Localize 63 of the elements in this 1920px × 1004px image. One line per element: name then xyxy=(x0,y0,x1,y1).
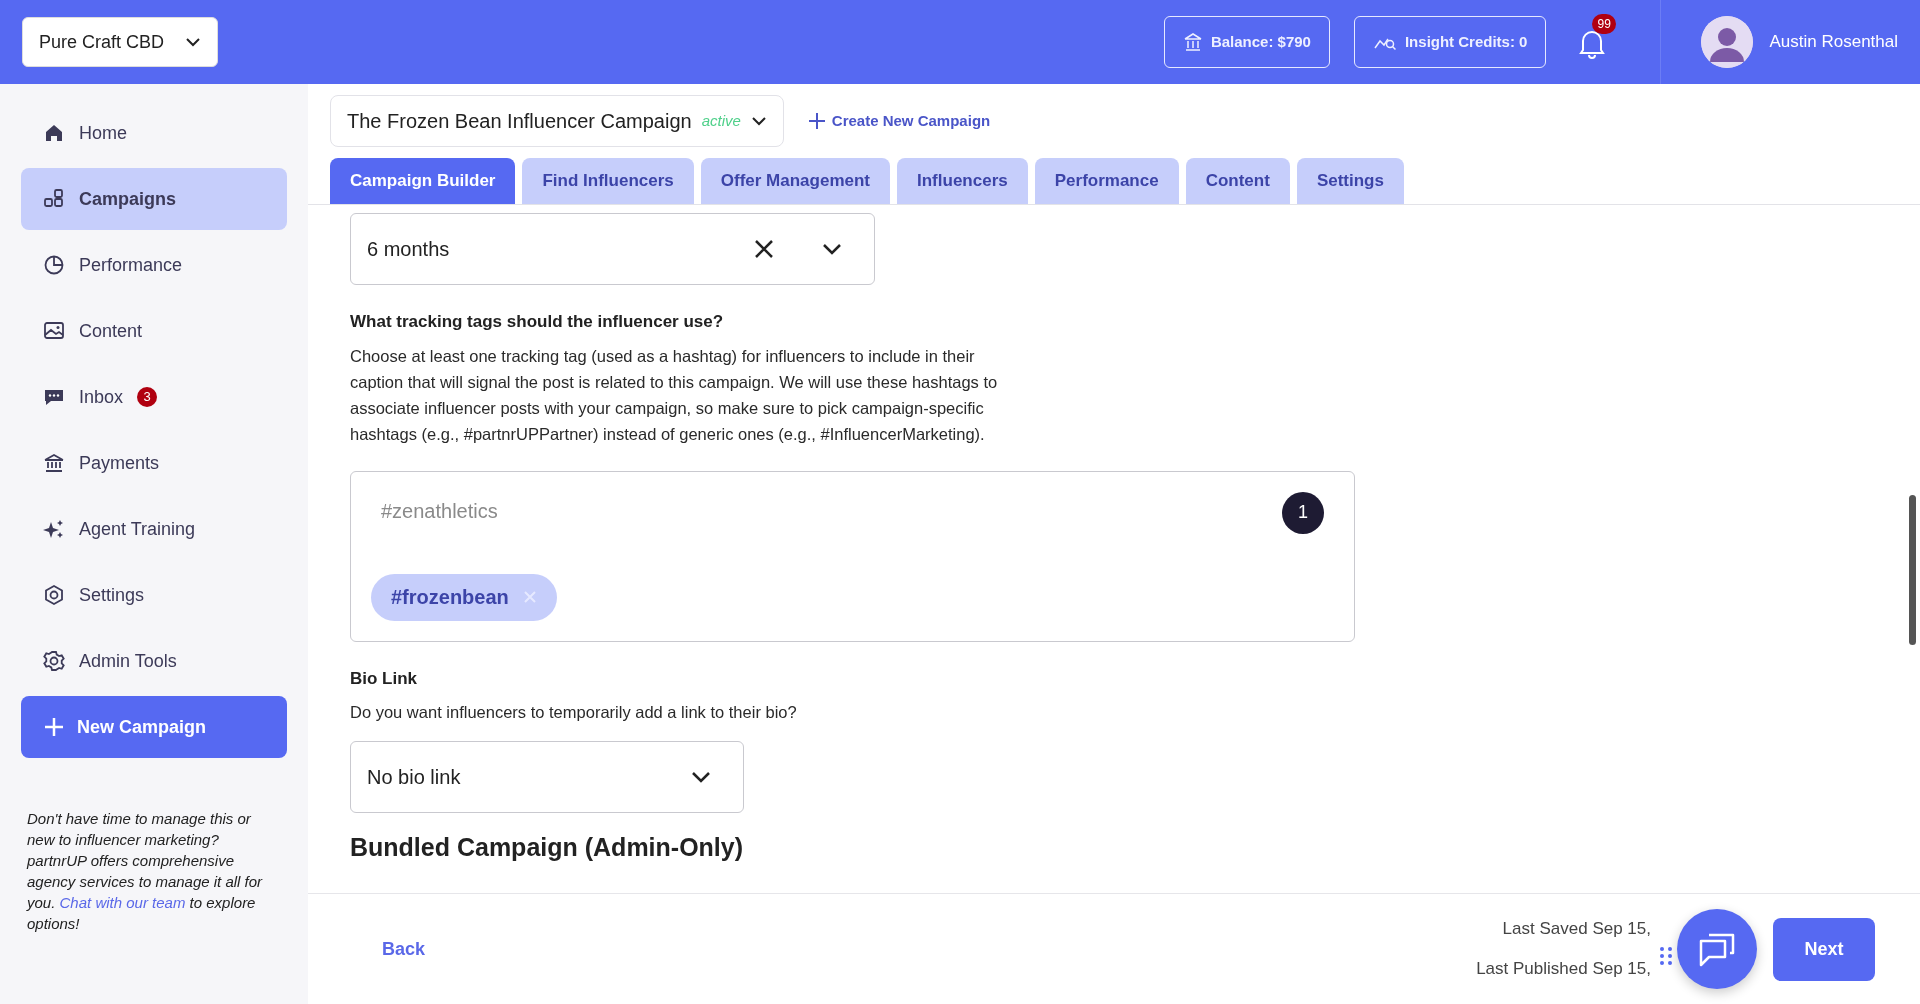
notification-badge: 99 xyxy=(1592,14,1616,34)
bell-icon[interactable] xyxy=(1578,28,1607,60)
tab[interactable]: Settings xyxy=(1296,158,1404,204)
chevron-down-icon xyxy=(691,771,711,783)
tab[interactable]: Performance xyxy=(1034,158,1179,204)
image-icon xyxy=(43,320,65,342)
last-saved-text: Last Saved Sep 15, xyxy=(1501,918,1651,940)
insight-credits-button[interactable]: Insight Credits: 0 xyxy=(1353,16,1547,68)
tab[interactable]: Content xyxy=(1185,158,1290,204)
new-campaign-button[interactable]: New Campaign xyxy=(21,696,287,758)
sidebar-item[interactable]: Performance xyxy=(21,234,287,296)
plus-icon xyxy=(43,716,65,738)
duration-select[interactable]: 6 months xyxy=(350,213,875,285)
bank-icon xyxy=(43,452,65,474)
create-new-campaign-link[interactable]: Create New Campaign xyxy=(807,109,991,133)
chevron-down-icon xyxy=(185,37,201,47)
avatar-icon[interactable] xyxy=(1701,16,1754,68)
chevron-down-icon xyxy=(822,243,842,255)
sidebar-item[interactable]: Payments xyxy=(21,432,287,494)
balance-button[interactable]: Balance: $790 xyxy=(1163,16,1330,68)
sidebar-item[interactable]: Content xyxy=(21,300,287,362)
close-icon[interactable] xyxy=(754,239,774,259)
scrollbar-thumb[interactable] xyxy=(1909,495,1916,645)
last-published-text: Last Published Sep 15, xyxy=(1476,958,1651,980)
question-label: What tracking tags should the influencer use? xyxy=(350,311,725,333)
tag-label: #frozenbean xyxy=(391,585,509,610)
campaign-selector[interactable]: The Frozen Bean Influencer Campaign active xyxy=(330,95,784,147)
sidebar-item[interactable]: Home xyxy=(21,102,287,164)
store-selector[interactable]: Pure Craft CBD xyxy=(22,17,218,67)
drag-handle-icon[interactable] xyxy=(1659,945,1673,967)
sidebar-item[interactable]: Settings xyxy=(21,564,287,626)
next-button[interactable]: Next xyxy=(1773,917,1875,981)
chevron-down-icon xyxy=(750,116,767,126)
bio-link-question: Do you want influencers to temporarily add a link to their bio? xyxy=(350,702,798,723)
sidebar-item[interactable]: Campaigns xyxy=(21,168,287,230)
tab[interactable]: Find Influencers xyxy=(522,158,694,204)
tab[interactable]: Influencers xyxy=(897,158,1028,204)
sparkles-icon xyxy=(43,518,65,540)
section-heading: Bundled Campaign (Admin-Only) xyxy=(350,832,745,863)
hexagon-icon xyxy=(43,584,65,606)
tab[interactable]: Offer Management xyxy=(700,158,890,204)
description-text: Choose at least one tracking tag (used as a hashtag) for influencers to include in their caption that will signal the post is related to this campaign. We will use these hashtags to associate influencer posts with your campaign, so make sure to pick campaign-specific hashtags (e.g., #partnrUPPartner) instead of generic ones (e.g., #InfluencerMarketing). xyxy=(350,345,999,445)
home-icon xyxy=(43,122,65,144)
bio-link-select[interactable]: No bio link xyxy=(350,741,744,813)
promo-text: Don't have time to manage this or new to influencer marketing? partnrUP offers comprehensive agency services to manage it all for you. Chat with our team to explore options! xyxy=(25,809,264,934)
gear-icon xyxy=(43,650,65,672)
sidebar-item[interactable]: Admin Tools xyxy=(21,630,287,692)
tag-input-field[interactable]: #zenathletics xyxy=(371,491,1282,530)
sidebar-item[interactable]: Agent Training xyxy=(21,498,287,560)
tag-count-badge: 1 xyxy=(1282,491,1324,534)
chat-icon xyxy=(1697,931,1737,967)
plus-icon xyxy=(807,112,826,130)
back-link[interactable]: Back xyxy=(382,935,426,963)
bio-link-label: Bio Link xyxy=(350,667,419,690)
user-name[interactable]: Austin Rosenthal xyxy=(1769,29,1898,55)
chat-link[interactable]: Chat with our team xyxy=(59,894,186,911)
unread-badge: 3 xyxy=(137,387,158,407)
tab[interactable]: Campaign Builder xyxy=(330,158,516,204)
sidebar-item[interactable]: Inbox 3 xyxy=(21,366,287,428)
pie-chart-icon xyxy=(43,254,65,276)
bank-icon xyxy=(1182,32,1203,52)
chat-button[interactable] xyxy=(1677,909,1757,989)
shapes-icon xyxy=(43,188,65,210)
